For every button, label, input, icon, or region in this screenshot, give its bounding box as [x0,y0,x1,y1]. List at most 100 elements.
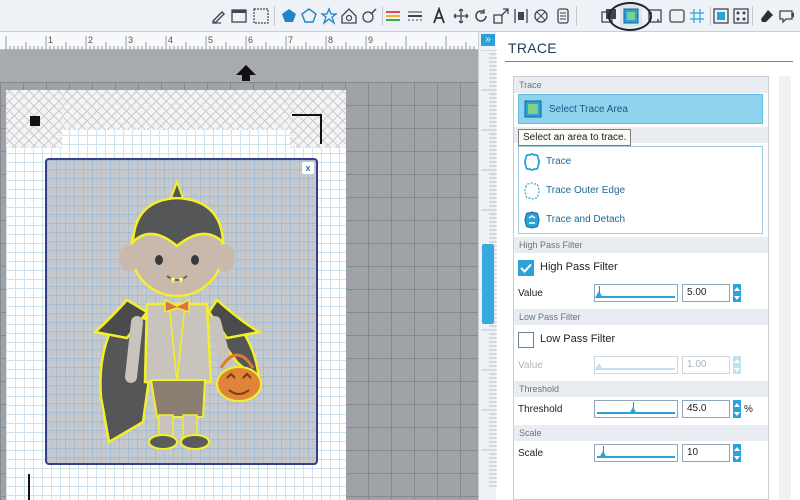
send-icon[interactable] [776,5,798,27]
ruler-label: 1 [48,35,53,45]
transform-move-icon[interactable] [450,5,472,27]
toolbar-divider [576,6,577,26]
tooltip: Select an area to trace. [518,129,632,146]
trace-icon-highlight-circle [608,2,652,31]
registration-mark-corner [28,474,58,500]
slider-thumb[interactable] [594,363,603,370]
registration-mark-square [30,116,40,126]
scale-slider[interactable] [594,444,678,462]
section-header-scale: Scale [514,425,768,441]
registration-mark-corner [292,114,322,144]
design-page[interactable]: x [6,90,346,500]
section-header-threshold: Threshold [514,381,768,397]
low-pass-checkbox-label: Low Pass Filter [540,333,616,345]
checkmark-icon [520,263,532,273]
select-trace-area-label: Select Trace Area [549,103,628,115]
scrollbar-thumb[interactable] [482,244,494,324]
design-canvas[interactable]: x [0,50,478,500]
trace-outer-edge-option[interactable]: Trace Outer Edge [519,176,762,205]
trace-option-label: Trace [546,156,572,167]
eraser-icon[interactable] [756,5,778,27]
slider-track [597,296,675,298]
stepper-up-icon[interactable] [734,286,740,291]
threshold-slider[interactable] [594,400,678,418]
title-divider [505,61,793,62]
scale-value-input[interactable]: 10 [682,444,730,462]
align-icon[interactable] [510,5,532,27]
high-pass-checkbox[interactable] [518,260,534,276]
polygon-outline-icon[interactable] [298,5,320,27]
high-pass-stepper[interactable] [733,284,741,302]
stepper-up-icon[interactable] [734,402,740,407]
shape-library-icon[interactable] [338,5,360,27]
trace-and-detach-icon [524,211,540,228]
section-header-high-pass: High Pass Filter [514,237,768,253]
page-view-icon[interactable] [666,5,688,27]
window-icon[interactable] [228,5,250,27]
slider-thumb[interactable] [594,291,603,298]
stepper-up-icon[interactable] [734,358,740,363]
mat-load-arrow-icon[interactable] [235,64,257,82]
ruler-label: 8 [328,35,333,45]
trace-and-detach-label: Trace and Detach [546,214,626,225]
modify-icon[interactable] [552,5,574,27]
ruler-label: 7 [288,35,293,45]
low-pass-checkbox[interactable] [518,332,534,348]
text-icon[interactable] [428,5,450,27]
grid-settings-icon[interactable] [686,5,708,27]
trace-settings-body: Trace Select Trace Area Select an area t… [513,76,769,500]
star-outline-icon[interactable] [318,5,340,27]
scale-icon[interactable] [490,5,512,27]
ruler-label: 6 [248,35,253,45]
stepper-down-icon[interactable] [734,411,740,416]
registration-icon[interactable] [710,5,732,27]
select-trace-area-button[interactable]: Select Trace Area [518,94,763,124]
slider-thumb[interactable] [599,451,608,458]
collapse-panel-button[interactable]: » [481,34,495,46]
line-color-icon[interactable] [382,5,404,27]
canvas-vertical-scrollbar[interactable]: » [478,32,497,500]
trace-area-icon [524,100,542,118]
stepper-down-icon[interactable] [734,295,740,300]
horizontal-ruler: 1 2 3 4 5 6 7 8 9 [0,32,478,50]
stepper-down-icon[interactable] [734,367,740,372]
trace-area-selection[interactable]: x [45,158,318,465]
line-style-icon[interactable] [404,5,426,27]
ruler-label: 4 [168,35,173,45]
section-header-low-pass: Low Pass Filter [514,309,768,325]
ruler-label: 5 [208,35,213,45]
replicate-icon[interactable] [530,5,552,27]
high-pass-value-label: Value [518,288,543,299]
low-pass-slider[interactable] [594,356,678,374]
slider-thumb[interactable] [629,407,637,414]
threshold-stepper[interactable] [733,400,741,418]
ruler-label: 2 [88,35,93,45]
grid-dots-icon[interactable] [250,5,272,27]
pen-circle-icon[interactable] [358,5,380,27]
pentagon-filled-icon[interactable] [278,5,300,27]
slider-track [597,456,675,458]
panel-scrollbar[interactable] [779,76,791,500]
trace-option[interactable]: Trace [519,147,762,176]
high-pass-slider[interactable] [594,284,678,302]
high-pass-value-input[interactable]: 5.00 [682,284,730,302]
rotate-icon[interactable] [470,5,492,27]
trace-and-detach-option[interactable]: Trace and Detach [519,205,762,234]
low-pass-value-input[interactable]: 1.00 [682,356,730,374]
scale-stepper[interactable] [733,444,741,462]
ruler-scale: 1 2 3 4 5 6 7 8 9 [5,35,475,50]
trace-panel: TRACE Trace Select Trace Area Select an … [497,32,800,500]
high-pass-checkbox-label: High Pass Filter [540,261,618,273]
stepper-down-icon[interactable] [734,455,740,460]
library-icon[interactable] [730,5,752,27]
close-icon[interactable]: x [302,162,314,174]
threshold-value-input[interactable]: 45.0 [682,400,730,418]
pen-draw-icon[interactable] [208,5,230,27]
top-toolbar [0,0,800,32]
slider-track [597,368,675,370]
ruler-label: 9 [368,35,373,45]
trace-shape-icon [524,152,540,171]
low-pass-stepper[interactable] [733,356,741,374]
vampire-image [92,179,263,450]
stepper-up-icon[interactable] [734,446,740,451]
